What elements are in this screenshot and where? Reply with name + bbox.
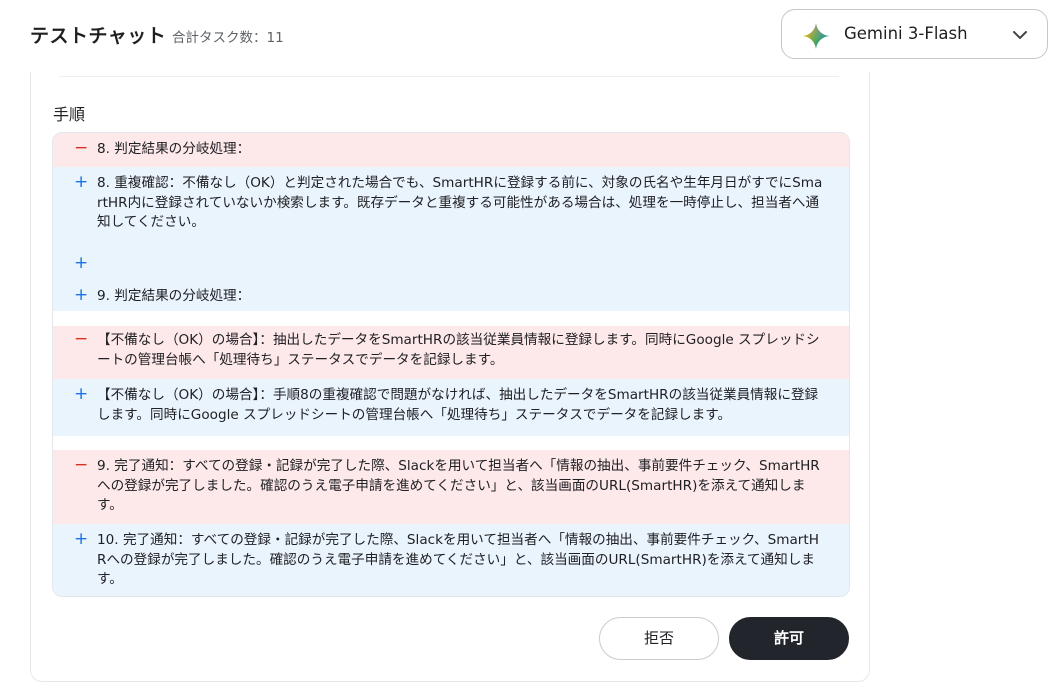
reject-button[interactable]: 拒否 xyxy=(599,617,719,660)
task-card: 手順 − 8. 判定結果の分岐処理： + 8. 重複確認：不備なし（OK）と判定… xyxy=(30,72,870,682)
gemini-sparkle-icon xyxy=(803,23,829,49)
plus-icon: + xyxy=(74,384,89,404)
model-selector[interactable]: Gemini 3-Flash xyxy=(781,9,1048,59)
divider xyxy=(59,76,839,77)
plus-icon: + xyxy=(74,285,89,305)
diff-line-deleted: − 9. 完了通知：すべての登録・記録が完了した際、Slackを用いて担当者へ「… xyxy=(53,450,849,524)
diff-line-added: + 【不備なし（OK）の場合】：手順8の重複確認で問題がなければ、抽出したデータ… xyxy=(53,379,849,436)
minus-icon: − xyxy=(74,455,89,475)
model-label: Gemini 3-Flash xyxy=(844,24,968,43)
allow-button[interactable]: 許可 xyxy=(729,617,849,660)
diff-line-added: + 8. 重複確認：不備なし（OK）と判定された場合でも、SmartHRに登録す… xyxy=(53,167,849,245)
diff-line-added: + xyxy=(53,245,849,280)
task-count: 合計タスク数：11 xyxy=(172,30,284,46)
section-label: 手順 xyxy=(53,105,86,124)
plus-icon: + xyxy=(74,529,89,549)
diff-line-text: 8. 重複確認：不備なし（OK）と判定された場合でも、SmartHRに登録する前… xyxy=(97,175,823,231)
diff-line-text: 8. 判定結果の分岐処理： xyxy=(97,141,251,157)
chat-header: テストチャット 合計タスク数：11 Gemini 3-Flash xyxy=(0,0,1064,72)
diff-line-text: 【不備なし（OK）の場合】：抽出したデータをSmartHRの該当従業員情報に登録… xyxy=(97,332,820,368)
diff-line-deleted: − 【不備なし（OK）の場合】：抽出したデータをSmartHRの該当従業員情報に… xyxy=(53,326,849,379)
chevron-down-icon xyxy=(1013,31,1027,39)
plus-icon: + xyxy=(74,172,89,192)
diff-view: − 8. 判定結果の分岐処理： + 8. 重複確認：不備なし（OK）と判定された… xyxy=(52,132,850,597)
diff-line-text: 9. 完了通知：すべての登録・記録が完了した際、Slackを用いて担当者へ「情報… xyxy=(97,458,820,514)
diff-line-text: 【不備なし（OK）の場合】：手順8の重複確認で問題がなければ、抽出したデータをS… xyxy=(97,387,819,423)
page-title: テストチャット xyxy=(30,25,167,47)
diff-line-deleted: − 8. 判定結果の分岐処理： xyxy=(53,133,849,167)
plus-icon: + xyxy=(74,253,89,273)
diff-line-added: + 9. 判定結果の分岐処理： xyxy=(53,280,849,311)
diff-line-text: 10. 完了通知：すべての登録・記録が完了した際、Slackを用いて担当者へ「情… xyxy=(97,532,819,588)
diff-line-added: + 10. 完了通知：すべての登録・記録が完了した際、Slackを用いて担当者へ… xyxy=(53,524,849,596)
minus-icon: − xyxy=(74,138,89,158)
minus-icon: − xyxy=(74,329,89,349)
diff-line-text: 9. 判定結果の分岐処理： xyxy=(97,288,251,304)
